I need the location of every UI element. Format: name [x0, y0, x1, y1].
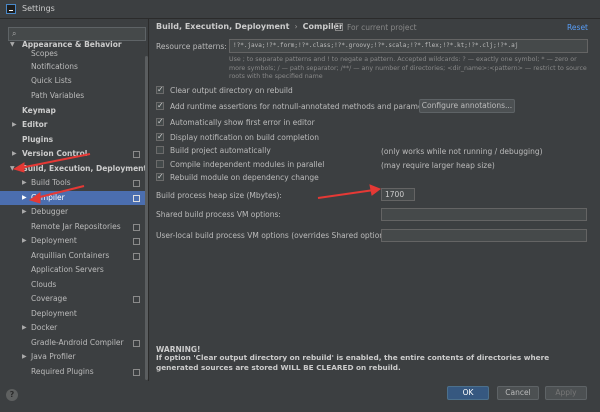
- compiler-settings-panel: Build, Execution, Deployment › Compiler Fo…: [149, 19, 600, 381]
- checkbox-checked-icon[interactable]: [156, 131, 164, 143]
- dialog-footer: ? OK Cancel Apply: [0, 381, 600, 412]
- sidebar-item-compiler[interactable]: ▶ Compiler: [0, 191, 146, 205]
- sidebar-item-debugger[interactable]: ▶ Debugger: [0, 205, 146, 219]
- project-scope-icon: [133, 238, 140, 245]
- sidebar-item-editor[interactable]: ▶ Editor: [0, 118, 146, 132]
- project-scope-icon: [133, 340, 140, 347]
- shared-vm-options-input[interactable]: [381, 208, 587, 221]
- project-scope-icon: [335, 23, 343, 31]
- project-scope-icon: [133, 195, 140, 202]
- title-bar: Settings: [0, 0, 600, 19]
- project-scope-icon: [133, 180, 140, 187]
- resource-patterns-hint: Use ; to separate patterns and ! to nega…: [229, 56, 587, 80]
- checkbox-unchecked-icon[interactable]: [156, 146, 164, 154]
- settings-tree: ▼ Appearance & Behavior Scopes Notificat…: [0, 40, 146, 380]
- resource-patterns-input[interactable]: !?*.java;!?*.form;!?*.class;!?*.groovy;!…: [229, 39, 588, 53]
- project-scope-icon: [133, 253, 140, 260]
- sidebar-item-keymap[interactable]: Keymap: [0, 104, 146, 118]
- cancel-button[interactable]: Cancel: [497, 386, 539, 400]
- chevron-right-icon[interactable]: ▶: [12, 147, 17, 161]
- sidebar-item-gradle-android-compiler[interactable]: Gradle-Android Compiler: [0, 336, 146, 350]
- sidebar-item-clouds[interactable]: Clouds: [0, 278, 146, 292]
- sidebar-item-version-control[interactable]: ▶ Version Control: [0, 147, 146, 161]
- sidebar-item-build-execution-deployment[interactable]: ▼ Build, Execution, Deployment: [0, 162, 146, 176]
- sidebar-item-remote-jar-repositories[interactable]: Remote Jar Repositories: [0, 220, 146, 234]
- sidebar-item-scopes[interactable]: Scopes: [0, 47, 146, 61]
- sidebar-item-path-variables[interactable]: Path Variables: [0, 89, 146, 103]
- search-icon: ⌕: [12, 29, 17, 38]
- project-scope-icon: [133, 369, 140, 376]
- checkbox-unchecked-icon[interactable]: [156, 160, 164, 168]
- chevron-right-icon[interactable]: ▶: [22, 234, 27, 248]
- chevron-right-icon[interactable]: ▶: [22, 191, 27, 205]
- sidebar-item-java-profiler[interactable]: ▶ Java Profiler: [0, 350, 146, 364]
- shared-vm-options-label: Shared build process VM options:: [156, 210, 281, 219]
- chevron-down-icon[interactable]: ▼: [10, 162, 15, 176]
- breadcrumb-separator-icon: ›: [294, 22, 298, 31]
- user-vm-options-label: User-local build process VM options (ove…: [156, 231, 394, 240]
- project-scope-icon: [133, 296, 140, 303]
- sidebar-item-deployment-2[interactable]: Deployment: [0, 307, 146, 321]
- sidebar-item-notifications[interactable]: Notifications: [0, 60, 146, 74]
- checkbox-checked-icon[interactable]: [156, 116, 164, 128]
- project-scope-indicator: For current project: [335, 23, 417, 32]
- ok-button[interactable]: OK: [447, 386, 489, 400]
- warning-text: If option 'Clear output directory on reb…: [156, 353, 550, 372]
- chevron-right-icon[interactable]: ▶: [22, 205, 27, 219]
- help-icon[interactable]: ?: [6, 389, 18, 401]
- chevron-right-icon[interactable]: ▶: [22, 321, 27, 335]
- project-scope-icon: [133, 151, 140, 158]
- checkbox-checked-icon[interactable]: [156, 84, 164, 96]
- sidebar-item-arquillian-containers[interactable]: Arquillian Containers: [0, 249, 146, 263]
- sidebar-scrollbar[interactable]: [145, 56, 148, 380]
- search-input[interactable]: ⌕: [8, 27, 146, 41]
- sidebar-item-deployment[interactable]: ▶ Deployment: [0, 234, 146, 248]
- sidebar-item-build-tools[interactable]: ▶ Build Tools: [0, 176, 146, 190]
- chevron-right-icon[interactable]: ▶: [12, 118, 17, 132]
- sidebar-item-quick-lists[interactable]: Quick Lists: [0, 74, 146, 88]
- sidebar-item-coverage[interactable]: Coverage: [0, 292, 146, 306]
- parallel-note: (may require larger heap size): [381, 161, 495, 170]
- breadcrumb-section: Build, Execution, Deployment: [156, 22, 290, 31]
- configure-annotations-button[interactable]: Configure annotations...: [419, 99, 515, 113]
- chevron-right-icon[interactable]: ▶: [22, 176, 27, 190]
- build-auto-note: (only works while not running / debuggin…: [381, 147, 543, 156]
- apply-button[interactable]: Apply: [545, 386, 587, 400]
- heap-size-label: Build process heap size (Mbytes):: [156, 191, 282, 200]
- chevron-right-icon[interactable]: ▶: [22, 350, 27, 364]
- window-title: Settings: [22, 4, 55, 13]
- intellij-app-icon: [6, 4, 16, 14]
- reset-link[interactable]: Reset: [567, 23, 588, 32]
- user-vm-options-input[interactable]: [381, 229, 587, 242]
- checkbox-checked-icon[interactable]: [156, 100, 164, 112]
- checkbox-checked-icon[interactable]: [156, 171, 164, 183]
- heap-size-input[interactable]: 1700: [381, 188, 415, 201]
- breadcrumb: Build, Execution, Deployment › Compiler: [156, 22, 343, 31]
- project-scope-icon: [133, 224, 140, 231]
- resource-patterns-label: Resource patterns:: [156, 42, 227, 51]
- sidebar-item-required-plugins[interactable]: Required Plugins: [0, 365, 146, 379]
- sidebar-item-plugins[interactable]: Plugins: [0, 133, 146, 147]
- sidebar-item-application-servers[interactable]: Application Servers: [0, 263, 146, 277]
- sidebar-item-docker[interactable]: ▶ Docker: [0, 321, 146, 335]
